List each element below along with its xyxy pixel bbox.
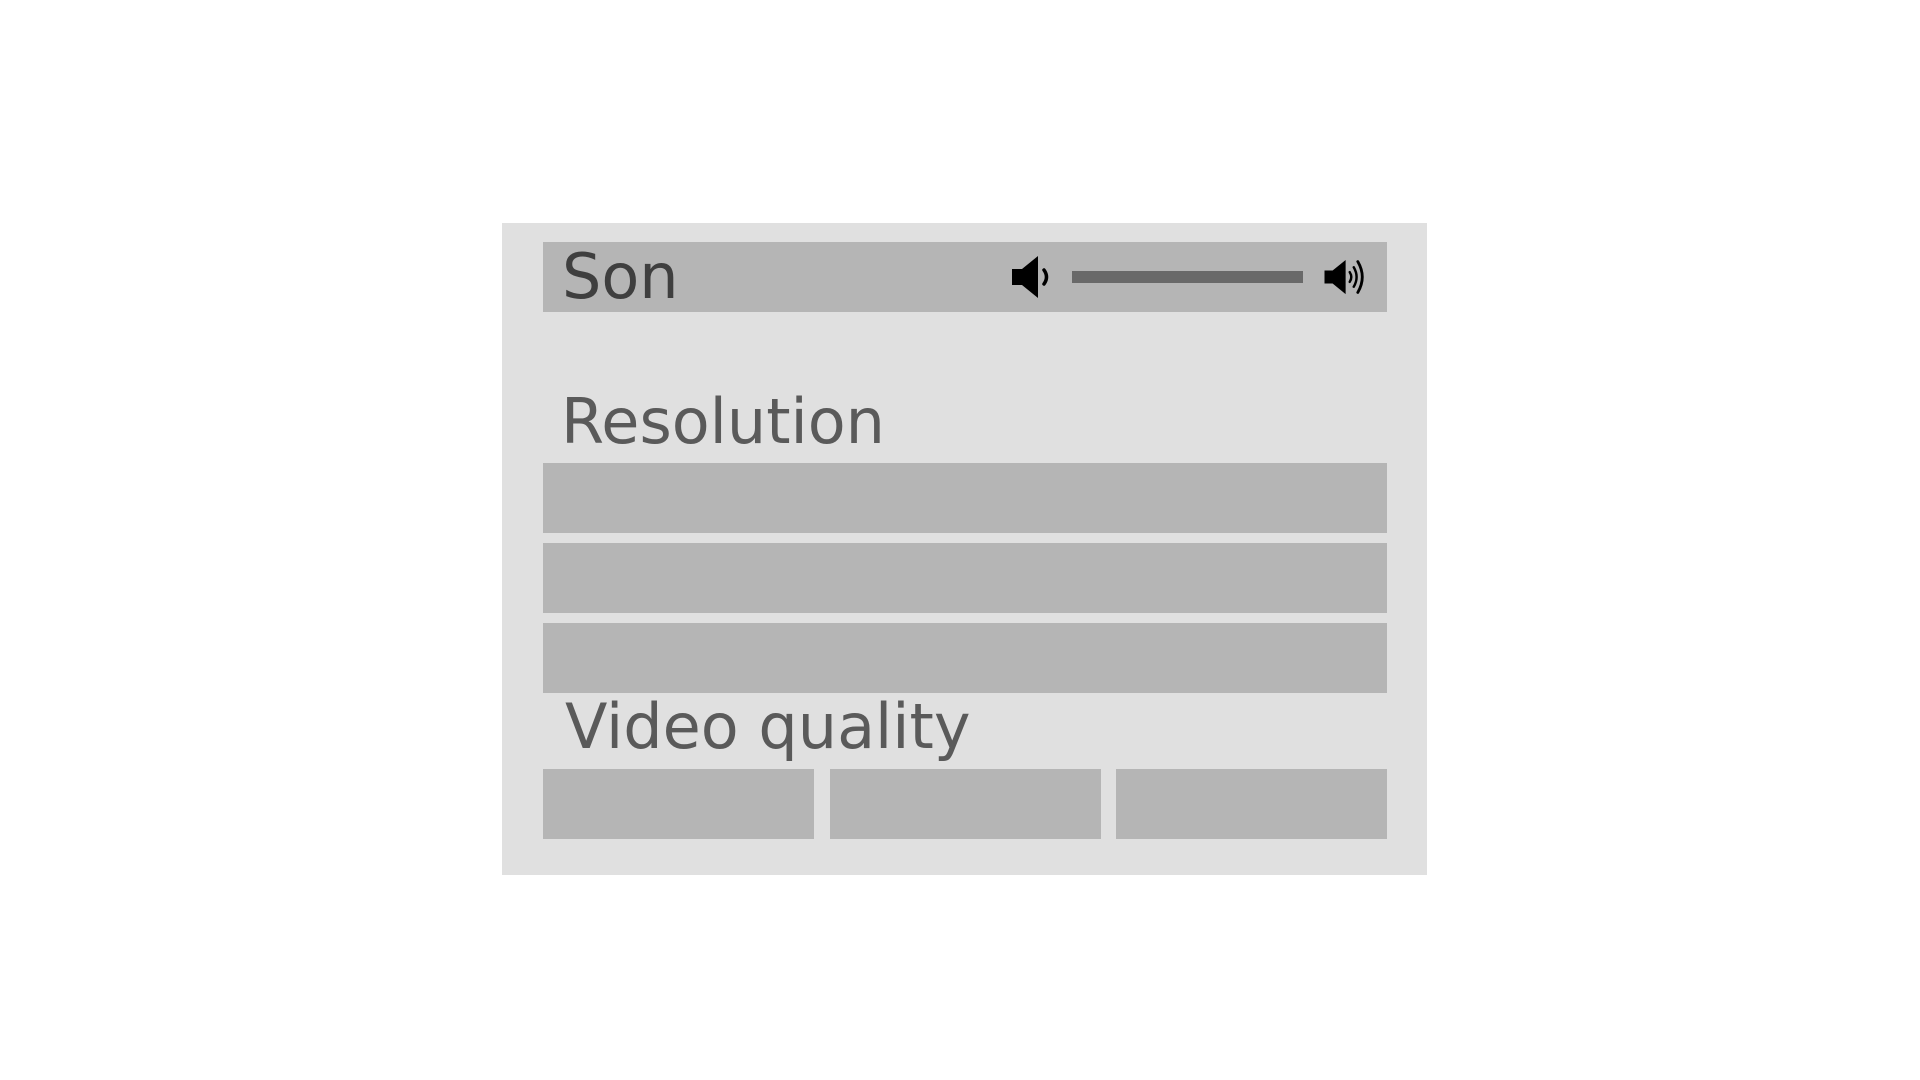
video-quality-title: Video quality	[565, 690, 971, 763]
sound-label: Son	[562, 240, 679, 313]
volume-high-icon[interactable]	[1318, 251, 1370, 303]
resolution-option-3[interactable]	[543, 623, 1387, 693]
settings-panel: Son Resolution Video quality	[502, 223, 1427, 875]
resolution-option-1[interactable]	[543, 463, 1387, 533]
resolution-title: Resolution	[561, 385, 885, 458]
video-quality-option-2[interactable]	[830, 769, 1101, 839]
video-quality-option-3[interactable]	[1116, 769, 1387, 839]
video-quality-option-1[interactable]	[543, 769, 814, 839]
resolution-option-2[interactable]	[543, 543, 1387, 613]
volume-slider-fill	[1072, 271, 1303, 283]
volume-slider[interactable]	[1072, 271, 1303, 283]
sound-row: Son	[543, 242, 1387, 312]
volume-low-icon[interactable]	[1010, 251, 1062, 303]
